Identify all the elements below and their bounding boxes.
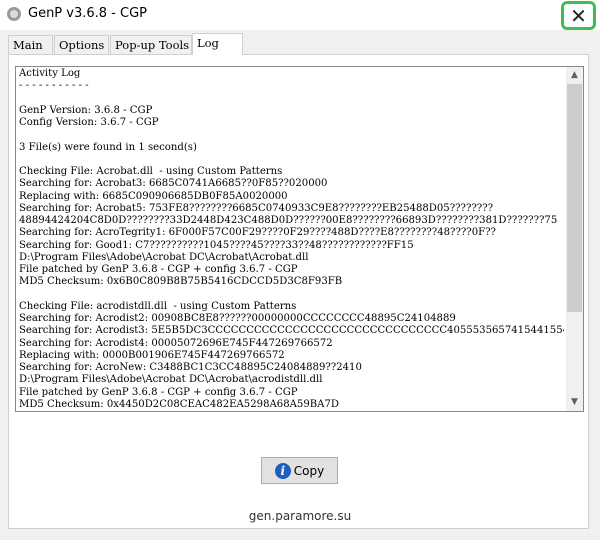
log-line: Searching for: AcroNew: C3488BC1C3CC4889… [19,362,362,373]
log-line: Searching for: Acrodist2: 00908BC8E8????… [19,313,456,324]
log-line: File patched by GenP 3.6.8 - CGP + confi… [19,386,298,398]
info-icon: i [274,462,291,479]
log-line: 48894424204C8D0D????????33D2448D423C488D… [19,215,558,226]
scrollbar-thumb[interactable] [567,84,582,312]
log-line: Searching for: Acrobat5: 753FE8????????6… [19,202,494,214]
log-line: GenP Version: 3.6.8 - CGP [19,104,153,116]
scroll-up-icon[interactable]: ▲ [566,67,583,84]
log-line: D:\Program Files\Adobe\Acrobat DC\Acroba… [19,374,323,386]
title-bar: GenP v3.6.8 - CGP ✕ [0,0,600,30]
app-icon [7,7,21,21]
log-line: 3 File(s) were found in 1 second(s) [19,141,197,153]
tab-popup-tools[interactable]: Pop-up Tools [110,35,192,54]
log-line: - - - - - - - - - - - [19,80,89,92]
copy-button[interactable]: i Copy [261,457,338,484]
log-line: Config Version: 3.6.7 - CGP [19,117,159,128]
log-line: Replacing with: 6685C090906685DB0F85A002… [19,190,288,202]
tab-options[interactable]: Options [54,35,109,54]
log-line: Checking File: Acrobat.dll - using Custo… [19,166,283,177]
log-scrollbar[interactable]: ▲ ▼ [566,67,583,411]
window-title: GenP v3.6.8 - CGP [28,6,147,21]
log-line: Replacing with: 0000B001906E745F44726976… [19,349,285,361]
close-button[interactable]: ✕ [561,1,596,30]
log-line: Searching for: Acrodist4: 00005072696E74… [19,337,333,349]
log-line: MD5 Checksum: 0x6B0C809B8B75B5416CDCCD5D… [19,276,343,288]
log-line: Searching for: AcroTegrity1: 6F000F57C00… [19,227,496,239]
log-line: Searching for: Good1: C7??????????1045??… [19,239,414,251]
log-text: Activity Log - - - - - - - - - - - GenP V… [19,68,564,410]
tab-log[interactable]: Log [192,33,243,55]
log-line: Searching for: Acrobat3: 6685C0741A6685?… [19,178,328,190]
tab-main[interactable]: Main [8,35,53,54]
log-line: Activity Log [19,68,81,79]
footer-link[interactable]: gen.paramore.su [0,509,600,523]
log-line: MD5 Checksum: 0x4450D2C08CEAC482EA5298A6… [19,398,339,410]
log-line: D:\Program Files\Adobe\Acrobat DC\Acroba… [19,251,309,263]
activity-log[interactable]: Activity Log - - - - - - - - - - - GenP V… [15,66,584,412]
log-line: File patched by GenP 3.6.8 - CGP + confi… [19,264,298,275]
close-icon: ✕ [570,3,587,28]
log-line: Searching for: Acrodist3: 5E5B5DC3CCCCCC… [19,325,564,337]
log-line: Checking File: acrodistdll.dll - using C… [19,300,297,312]
copy-button-label: Copy [293,463,325,478]
scroll-down-icon[interactable]: ▼ [566,394,583,411]
